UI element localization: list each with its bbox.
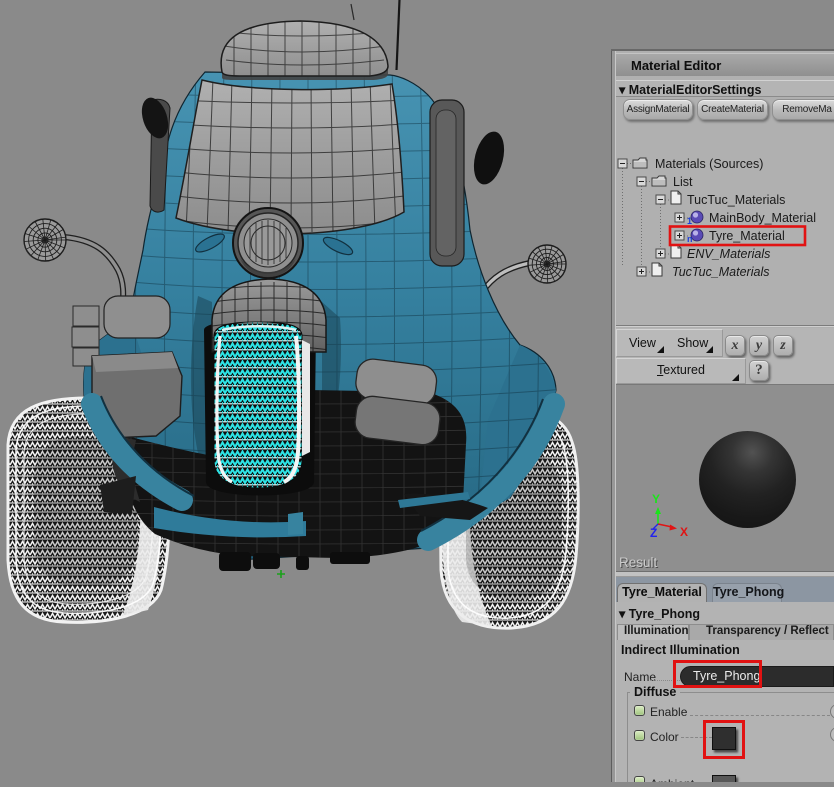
svg-text:List: List <box>673 175 693 189</box>
svg-text:Z: Z <box>650 526 657 540</box>
svg-text:1: 1 <box>687 216 692 226</box>
svg-text:MainBody_Material: MainBody_Material <box>709 211 816 225</box>
svg-text:TucTuc_Materials: TucTuc_Materials <box>687 193 785 207</box>
svg-text:Materials (Sources): Materials (Sources) <box>655 157 763 171</box>
svg-text:Tyre_Material: Tyre_Material <box>709 229 785 243</box>
svg-text:Y: Y <box>652 492 660 506</box>
svg-text:X: X <box>680 525 688 539</box>
svg-text:n: n <box>687 234 693 244</box>
svg-text:ENV_Materials: ENV_Materials <box>687 247 770 261</box>
svg-text:TucTuc_Materials: TucTuc_Materials <box>672 265 769 279</box>
